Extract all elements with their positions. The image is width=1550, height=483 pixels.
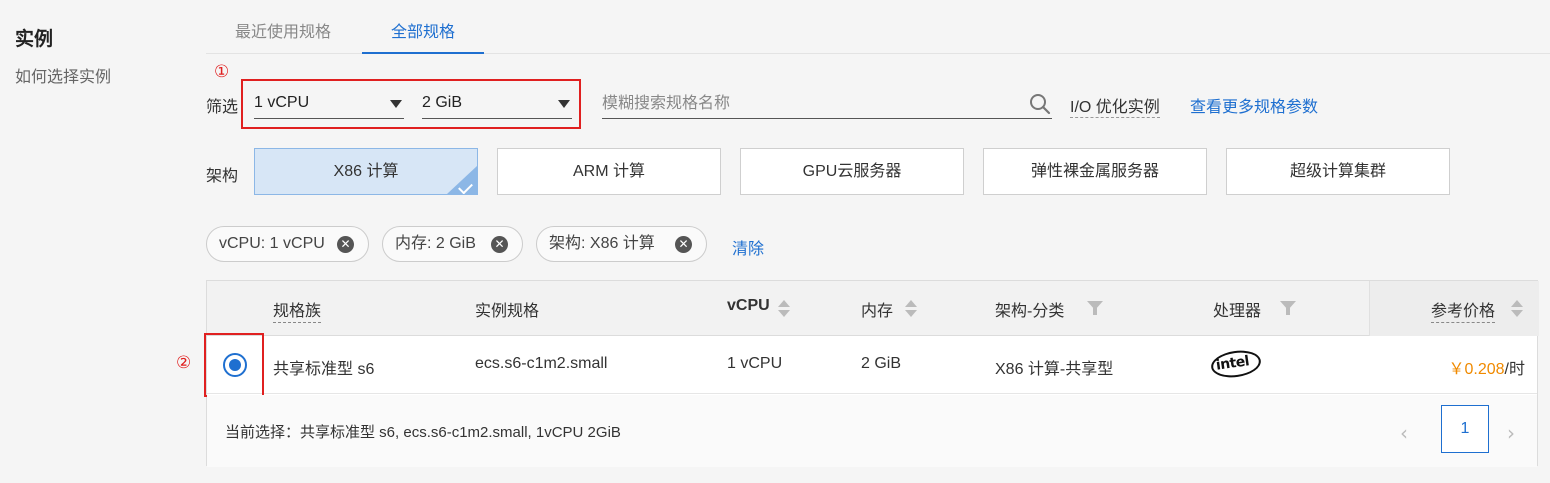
- table-footer: 当前选择：共享标准型 s6, ecs.s6-c1m2.small, 1vCPU …: [207, 395, 1537, 467]
- annotation-marker-1: ①: [214, 62, 230, 82]
- filter-chip-vcpu: vCPU: 1 vCPU ✕: [206, 226, 369, 262]
- memory-select[interactable]: 2 GiB: [422, 89, 572, 119]
- chip-label: 架构: X86 计算: [549, 235, 655, 252]
- pagination-prev-button[interactable]: ‹: [1400, 421, 1408, 445]
- annotation-marker-2: ②: [176, 353, 192, 373]
- vcpu-select-value: 1 vCPU: [254, 94, 310, 111]
- arch-option-gpu[interactable]: GPU云服务器: [740, 148, 964, 195]
- arch-option-label: 超级计算集群: [1289, 163, 1386, 180]
- filter-label: 筛选: [206, 99, 239, 116]
- chip-label: 内存: 2 GiB: [395, 235, 476, 252]
- tab-recent-specs[interactable]: 最近使用规格: [206, 14, 360, 54]
- section-title: 实例: [15, 29, 54, 50]
- cell-spec: ecs.s6-c1m2.small: [475, 355, 608, 372]
- filter-funnel-icon[interactable]: [1280, 301, 1296, 315]
- close-icon[interactable]: ✕: [337, 236, 354, 253]
- intel-logo-icon: intel: [1209, 347, 1263, 381]
- cell-arch: X86 计算-共享型: [995, 361, 1114, 378]
- header-price: 参考价格: [1431, 297, 1496, 323]
- filter-chip-memory: 内存: 2 GiB ✕: [382, 226, 523, 262]
- arch-option-label: X86 计算: [333, 163, 399, 180]
- cell-vcpu: 1 vCPU: [727, 355, 783, 372]
- header-processor: 处理器: [1213, 303, 1262, 320]
- table-header: 规格族 实例规格 vCPU 内存 架构-分类 处理器 参考价格: [207, 281, 1539, 336]
- close-icon[interactable]: ✕: [675, 236, 692, 253]
- header-memory: 内存: [861, 303, 894, 320]
- io-optimized-label[interactable]: I/O 优化实例: [1070, 93, 1160, 118]
- header-spec: 实例规格: [475, 303, 540, 320]
- memory-select-value: 2 GiB: [422, 94, 463, 111]
- header-vcpu: vCPU: [727, 297, 770, 314]
- chevron-down-icon: [558, 100, 570, 108]
- header-family: 规格族: [273, 297, 322, 323]
- filter-funnel-icon[interactable]: [1087, 301, 1103, 315]
- pagination-next-button[interactable]: ›: [1507, 421, 1515, 445]
- header-arch: 架构-分类: [995, 303, 1065, 320]
- pagination-page-1[interactable]: 1: [1441, 405, 1489, 453]
- instance-spec-table: 规格族 实例规格 vCPU 内存 架构-分类 处理器 参考价格 共享标准型 s6…: [204, 280, 1539, 467]
- cell-price: ￥0.208/时: [1449, 355, 1526, 379]
- row-select-radio[interactable]: [223, 353, 247, 377]
- sort-icon[interactable]: [1511, 300, 1523, 318]
- search-icon[interactable]: [1028, 92, 1052, 116]
- chevron-down-icon: [390, 100, 402, 108]
- arch-option-label: ARM 计算: [572, 163, 645, 180]
- current-selection-text: 当前选择：共享标准型 s6, ecs.s6-c1m2.small, 1vCPU …: [225, 424, 621, 441]
- vcpu-select[interactable]: 1 vCPU: [254, 89, 404, 119]
- arch-option-label: 弹性裸金属服务器: [1030, 163, 1159, 180]
- price-unit: /时: [1504, 361, 1525, 378]
- radio-dot: [229, 359, 241, 371]
- tab-all-specs[interactable]: 全部规格: [362, 14, 484, 54]
- cell-family: 共享标准型 s6: [273, 361, 375, 378]
- arch-option-label: GPU云服务器: [802, 163, 902, 180]
- arch-option-x86[interactable]: X86 计算: [254, 148, 478, 195]
- arch-option-bare-metal[interactable]: 弹性裸金属服务器: [983, 148, 1207, 195]
- price-value: ￥0.208: [1448, 361, 1505, 378]
- cell-memory: 2 GiB: [861, 355, 902, 372]
- sort-icon[interactable]: [905, 300, 917, 318]
- arch-option-super-computing[interactable]: 超级计算集群: [1226, 148, 1450, 195]
- table-row[interactable]: 共享标准型 s6 ecs.s6-c1m2.small 1 vCPU 2 GiB …: [204, 333, 1537, 397]
- filter-chip-architecture: 架构: X86 计算 ✕: [536, 226, 707, 262]
- spec-search-input[interactable]: [602, 89, 1052, 119]
- sort-icon[interactable]: [778, 300, 790, 318]
- architecture-label: 架构: [206, 168, 239, 185]
- arch-option-arm[interactable]: ARM 计算: [497, 148, 721, 195]
- close-icon[interactable]: ✕: [491, 236, 508, 253]
- section-subtitle-link[interactable]: 如何选择实例: [15, 63, 111, 87]
- chip-label: vCPU: 1 vCPU: [219, 235, 325, 252]
- spec-tabs: 最近使用规格 全部规格: [206, 14, 1550, 54]
- clear-filters-link[interactable]: 清除: [732, 235, 764, 259]
- more-spec-params-link[interactable]: 查看更多规格参数: [1190, 93, 1318, 117]
